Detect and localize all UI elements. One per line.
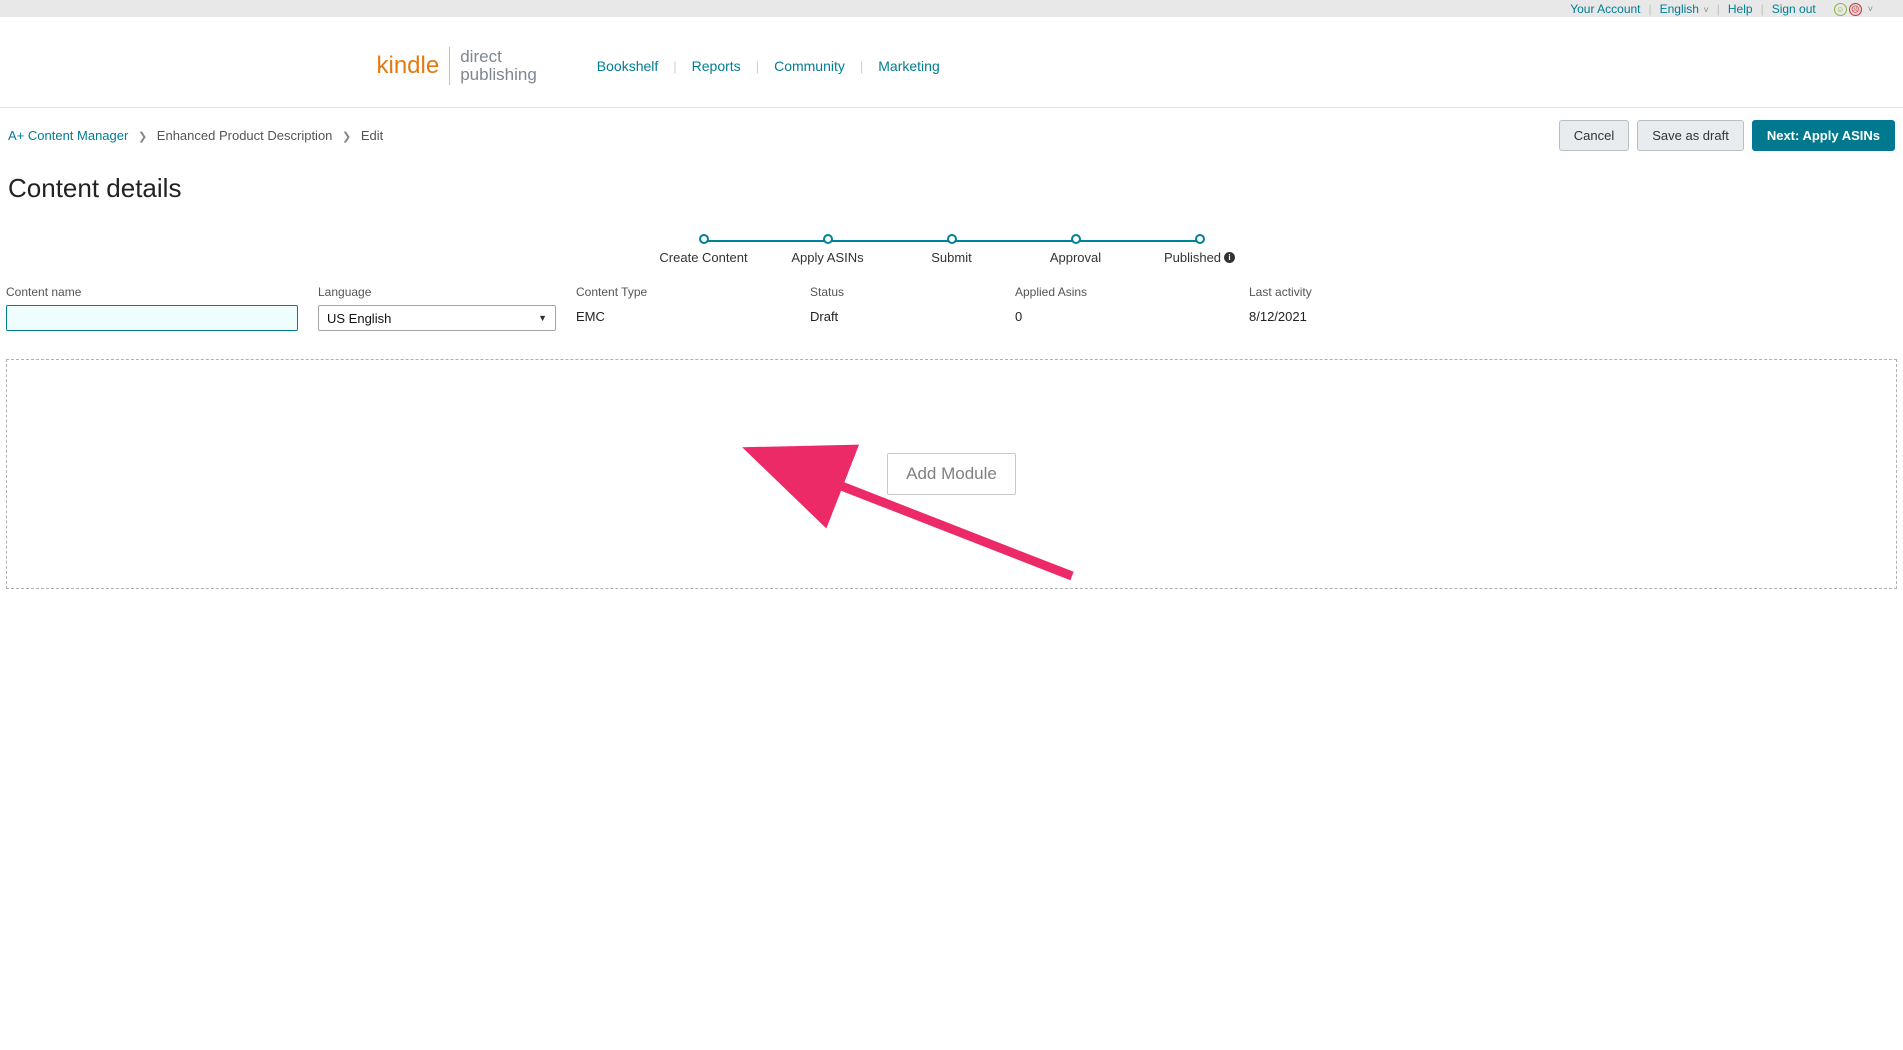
help-link[interactable]: Help [1728,2,1753,16]
nav-marketing[interactable]: Marketing [878,58,939,74]
status-value: Draft [810,305,995,324]
nav-bookshelf[interactable]: Bookshelf [597,58,658,74]
step-dot [699,234,709,244]
last-activity-label: Last activity [1249,285,1877,299]
content-type-label: Content Type [576,285,790,299]
separator: | [1761,2,1764,16]
breadcrumb-root[interactable]: A+ Content Manager [8,128,128,143]
step-apply-asins: Apply ASINs [766,234,890,265]
vertical-divider [449,47,450,85]
your-account-link[interactable]: Your Account [1570,2,1640,16]
breadcrumb-mid: Enhanced Product Description [157,128,333,143]
logo-subtitle: direct publishing [460,48,537,84]
nav-reports[interactable]: Reports [692,58,741,74]
step-dot [1195,234,1205,244]
chevron-right-icon: ❯ [342,131,351,143]
step-create-content: Create Content [642,234,766,265]
step-label: Submit [931,250,971,265]
step-dot [1071,234,1081,244]
next-apply-asins-button[interactable]: Next: Apply ASINs [1752,120,1895,151]
module-dropzone: Add Module [6,359,1897,589]
page-top: A+ Content Manager ❯ Enhanced Product De… [0,108,1903,159]
breadcrumb: A+ Content Manager ❯ Enhanced Product De… [8,128,383,143]
step-dot [823,234,833,244]
separator: | [673,59,676,74]
happy-face-icon[interactable]: ☺ [1834,3,1847,16]
logo-brand: kindle [377,52,440,80]
chevron-right-icon: ❯ [138,131,147,143]
separator: | [1717,2,1720,16]
content-name-input[interactable] [6,305,298,331]
progress-stepper: Create Content Apply ASINs Submit Approv… [0,234,1903,265]
language-label: Language [318,285,556,299]
applied-asins-value: 0 [1015,305,1229,324]
add-module-button[interactable]: Add Module [887,453,1016,495]
step-label: Create Content [659,250,747,265]
step-dot [947,234,957,244]
separator: | [1649,2,1652,16]
action-buttons: Cancel Save as draft Next: Apply ASINs [1559,120,1895,151]
cancel-button[interactable]: Cancel [1559,120,1629,151]
header: kindle direct publishing Bookshelf | Rep… [0,17,1903,108]
content-name-label: Content name [6,285,298,299]
info-icon[interactable]: i [1224,252,1235,263]
nav-community[interactable]: Community [774,58,845,74]
step-label: Approval [1050,250,1101,265]
applied-asins-label: Applied Asins [1015,285,1229,299]
language-value: US English [327,311,391,326]
main-nav: Bookshelf | Reports | Community | Market… [597,58,940,74]
language-select[interactable]: US English ▼ [318,305,556,331]
chevron-down-icon[interactable]: ˅ [1868,4,1873,14]
step-published: Published i [1138,234,1262,265]
chevron-down-icon: ˅ [1701,5,1709,15]
step-label: Apply ASINs [791,250,863,265]
step-approval: Approval [1014,234,1138,265]
details-grid: Content name Language US English ▼ Conte… [0,285,1903,331]
last-activity-value: 8/12/2021 [1249,305,1877,324]
step-label: Published i [1164,250,1235,265]
sad-face-icon[interactable]: ☹ [1849,3,1862,16]
breadcrumb-current: Edit [361,128,383,143]
triangle-down-icon: ▼ [538,313,547,323]
signout-link[interactable]: Sign out [1772,2,1816,16]
separator: | [756,59,759,74]
page-title: Content details [0,159,1903,234]
status-label: Status [810,285,995,299]
content-type-value: EMC [576,305,790,324]
separator: | [860,59,863,74]
save-draft-button[interactable]: Save as draft [1637,120,1744,151]
top-bar: Your Account | English ˅ | Help | Sign o… [0,0,1903,17]
step-submit: Submit [890,234,1014,265]
kdp-logo[interactable]: kindle direct publishing [377,47,537,85]
language-selector[interactable]: English ˅ [1660,2,1709,16]
